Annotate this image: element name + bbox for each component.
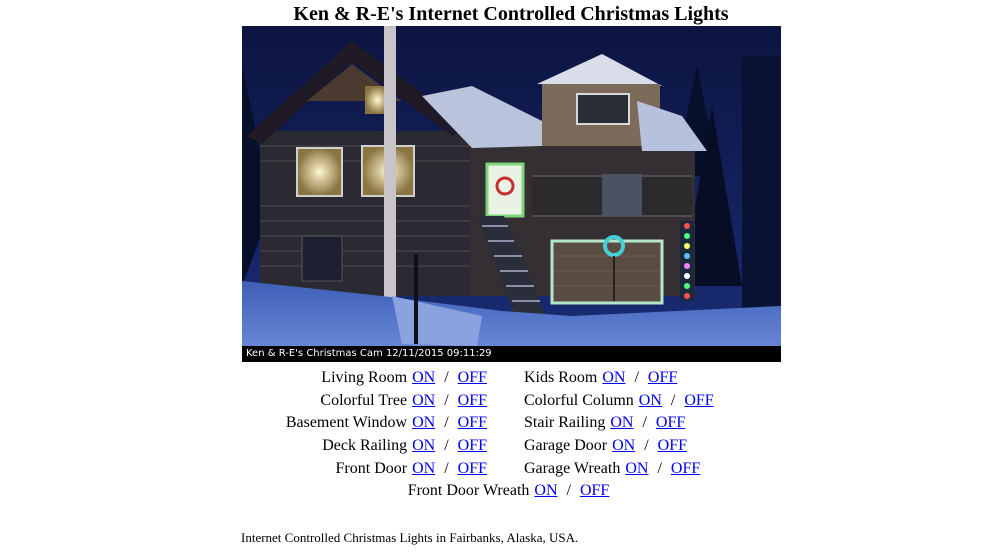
separator: / (642, 414, 647, 432)
basement-window-on-link[interactable]: ON (412, 414, 435, 431)
separator: / (444, 369, 449, 386)
control-stair-railing: Stair Railing ON / OFF (524, 412, 685, 435)
control-living-room: Living Room ON / OFF (321, 367, 487, 390)
living-room-off-link[interactable]: OFF (458, 369, 487, 386)
controls-row: Colorful Tree ON / OFF Colorful Column ON / OF… (0, 390, 992, 413)
controls-row: Basement Window ON / OFF Stair Railing ON / OF… (0, 412, 992, 435)
control-label: Colorful Column (524, 391, 634, 409)
colorful-column-off-link[interactable]: OFF (684, 392, 713, 409)
separator: / (444, 391, 449, 409)
page-title: Ken & R-E's Internet Controlled Christma… (293, 3, 729, 25)
control-label: Deck Railing (322, 437, 408, 455)
deck-railing-on-link[interactable]: ON (412, 437, 435, 454)
stair-railing-off-link[interactable]: OFF (656, 414, 685, 431)
stair-railing-on-link[interactable]: ON (610, 414, 633, 431)
control-label: Kids Room (524, 369, 598, 386)
garage-wreath-on-link[interactable]: ON (625, 460, 648, 477)
control-deck-railing: Deck Railing ON / OFF (322, 435, 487, 458)
controls-row: Living Room ON / OFF Kids Room ON / OFF (0, 367, 992, 390)
front-door-off-link[interactable]: OFF (458, 460, 487, 477)
garage-wreath-off-link[interactable]: OFF (671, 460, 700, 477)
garage-door-on-link[interactable]: ON (612, 437, 635, 454)
controls-row: Front Door Wreath ON / OFF (0, 480, 992, 503)
garage-door-off-link[interactable]: OFF (658, 437, 687, 454)
separator: / (444, 437, 449, 455)
separator: / (444, 459, 449, 477)
light-controls: Living Room ON / OFF Kids Room ON / OFF Colorf… (0, 367, 992, 503)
webcam-image: Ken & R-E's Christmas Cam 12/11/2015 09:… (242, 26, 781, 362)
colorful-tree-off-link[interactable]: OFF (458, 392, 487, 409)
control-kids-room: Kids Room ON / OFF (524, 367, 677, 390)
controls-row: Deck Railing ON / OFF Garage Door ON / OFF (0, 435, 992, 458)
separator: / (566, 482, 571, 500)
control-colorful-column: Colorful Column ON / OFF (524, 390, 714, 413)
control-front-door: Front Door ON / OFF (336, 458, 487, 481)
control-label: Basement Window (285, 414, 408, 432)
control-label: Living Room (321, 369, 408, 386)
control-label: Colorful Tree (320, 391, 408, 409)
webcam-scene (242, 26, 781, 362)
control-label: Garage Wreath (524, 459, 621, 477)
control-garage-door: Garage Door ON / OFF (524, 435, 687, 458)
kids-room-on-link[interactable]: ON (602, 369, 625, 386)
control-front-door-wreath: Front Door Wreath ON / OFF (0, 480, 992, 503)
webcam-caption: Ken & R-E's Christmas Cam 12/11/2015 09:… (242, 346, 781, 362)
footer-note: Internet Controlled Christmas Lights in … (241, 530, 579, 545)
colorful-tree-on-link[interactable]: ON (412, 392, 435, 409)
control-garage-wreath: Garage Wreath ON / OFF (524, 458, 700, 481)
front-door-on-link[interactable]: ON (412, 460, 435, 477)
separator: / (634, 369, 639, 386)
control-label: Garage Door (524, 437, 608, 455)
front-door-wreath-on-link[interactable]: ON (534, 482, 557, 499)
controls-row: Front Door ON / OFF Garage Wreath ON / OFF (0, 458, 992, 481)
separator: / (644, 437, 649, 455)
separator: / (670, 391, 676, 409)
control-label: Front Door (335, 459, 408, 477)
control-label: Stair Railing (524, 414, 606, 432)
front-door-wreath-off-link[interactable]: OFF (580, 482, 609, 499)
control-colorful-tree: Colorful Tree ON / OFF (320, 390, 487, 413)
control-basement-window: Basement Window ON / OFF (286, 412, 487, 435)
control-label: Front Door Wreath (407, 482, 530, 500)
deck-railing-off-link[interactable]: OFF (458, 437, 487, 454)
kids-room-off-link[interactable]: OFF (648, 369, 677, 386)
basement-window-off-link[interactable]: OFF (458, 414, 487, 431)
separator: / (444, 414, 449, 432)
separator: / (657, 459, 662, 477)
living-room-on-link[interactable]: ON (412, 369, 435, 386)
colorful-column-on-link[interactable]: ON (639, 392, 662, 409)
